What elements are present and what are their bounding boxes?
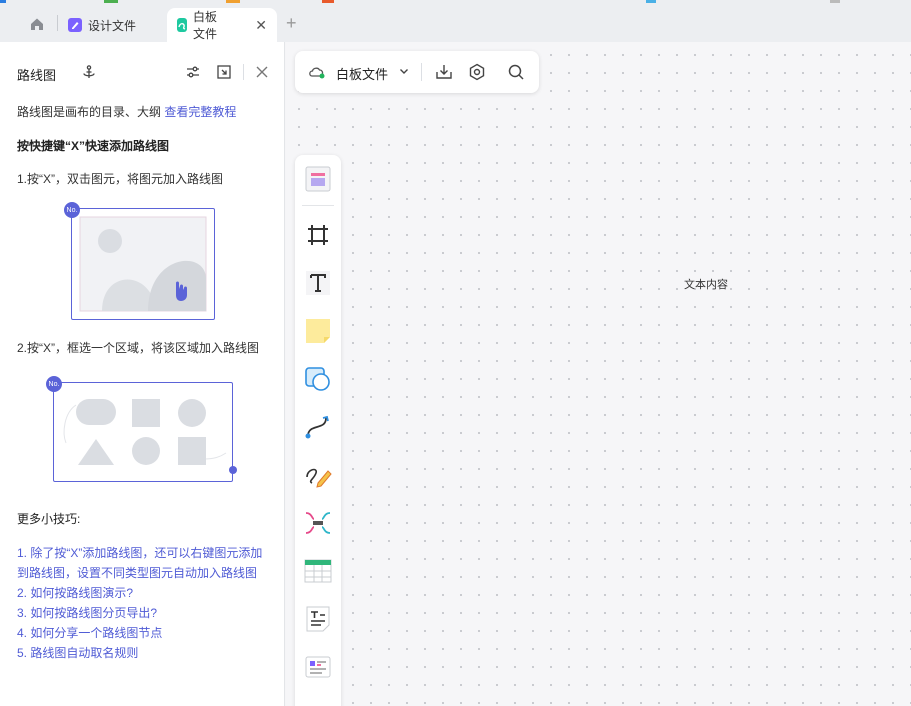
frame-icon (308, 225, 328, 245)
tips-title: 更多小技巧: (17, 512, 81, 526)
tip-link-1-cont[interactable]: 到路线图，设置不同类型图元自动加入路线图 (17, 564, 257, 581)
header-divider (243, 64, 244, 80)
template-icon (305, 166, 331, 192)
shape-icon (305, 367, 330, 391)
whiteboard-canvas[interactable] (286, 42, 911, 706)
card-tool[interactable] (302, 651, 334, 683)
whiteboard-file-icon (177, 18, 187, 32)
tip-link-5[interactable]: 5. 路线图自动取名规则 (17, 644, 138, 661)
description-text: 路线图是画布的目录、大纲 (17, 105, 165, 119)
sticky-note-icon (306, 319, 330, 343)
tab-label: 设计文件 (88, 18, 137, 33)
table-icon (304, 559, 332, 583)
tutorial-link[interactable]: 查看完整教程 (164, 105, 236, 119)
document-icon (306, 606, 330, 632)
text-tool[interactable] (302, 267, 334, 299)
image-placeholder-graphic (79, 216, 207, 312)
canvas-text-element[interactable]: 文本内容 (684, 276, 728, 292)
panel-header: 路线图 (0, 42, 285, 102)
step-1-illustration: No. (64, 202, 215, 320)
template-tool[interactable] (302, 163, 334, 195)
table-tool[interactable] (302, 555, 334, 587)
home-icon (31, 18, 43, 30)
panel-title: 路线图 (17, 68, 57, 83)
tools-sidebar (295, 155, 341, 706)
number-badge: No. (46, 376, 62, 392)
anchor-icon[interactable] (80, 63, 98, 81)
tab-design-file[interactable]: 设计文件 (58, 8, 146, 42)
chevron-down-icon[interactable] (398, 65, 410, 80)
file-title[interactable]: 白板文件 (336, 64, 388, 83)
step-2-illustration: No. (46, 376, 237, 482)
mindmap-tool[interactable] (302, 507, 334, 539)
step-1-text: 1.按“X”，双击图元，将图元加入路线图 (17, 172, 224, 186)
file-toolbar: 白板文件 (295, 51, 539, 93)
search-icon[interactable] (507, 63, 525, 84)
tip-link-3[interactable]: 3. 如何按路线图分页导出? (17, 604, 157, 621)
filter-settings-icon[interactable] (184, 63, 202, 81)
shortcut-title: 按快捷键“X”快速添加路线图 (17, 139, 170, 153)
document-tool[interactable] (302, 603, 334, 635)
number-badge: No. (64, 202, 80, 218)
connector-icon (305, 415, 329, 439)
close-tab-icon[interactable]: ✕ (255, 17, 267, 34)
connector-tool[interactable] (302, 411, 334, 443)
frame-tool[interactable] (302, 219, 334, 251)
card-icon (305, 656, 331, 678)
tab-whiteboard-file[interactable]: 白板文件 ✕ (167, 8, 277, 42)
close-panel-icon[interactable] (253, 63, 271, 81)
tools-divider (302, 205, 334, 206)
mindmap-icon (305, 512, 331, 534)
roadmap-panel: 路线图 路线图是画布的目录、大纲 查看完整教程 按快捷键“X”快速添加路线图 1… (0, 42, 285, 706)
tip-link-2[interactable]: 2. 如何按路线图演示? (17, 584, 133, 601)
sticky-note-tool[interactable] (302, 315, 334, 347)
settings-gear-icon[interactable] (468, 63, 486, 84)
selection-handle[interactable] (229, 466, 237, 474)
toolbar-divider (421, 63, 422, 81)
design-file-icon (68, 18, 82, 32)
download-icon[interactable] (435, 63, 453, 84)
export-icon[interactable] (215, 63, 233, 81)
browser-top-strip (0, 0, 840, 3)
pen-tool[interactable] (302, 459, 334, 491)
cloud-saved-icon (307, 64, 327, 83)
add-tab-icon[interactable]: + (286, 13, 297, 34)
tip-link-1[interactable]: 1. 除了按“X”添加路线图，还可以右键图元添加 (17, 544, 262, 561)
step-2-text: 2.按“X”，框选一个区域，将该区域加入路线图 (17, 341, 260, 355)
tip-link-4[interactable]: 4. 如何分享一个路线图节点 (17, 624, 162, 641)
shapes-group-graphic (63, 399, 227, 465)
tab-label: 白板文件 (193, 10, 218, 41)
shape-tool[interactable] (302, 363, 334, 395)
panel-description: 路线图是画布的目录、大纲 查看完整教程 (17, 103, 236, 120)
home-tab[interactable] (22, 12, 52, 36)
pen-icon (306, 468, 332, 488)
tab-bar: 设计文件 白板文件 ✕ + (0, 0, 911, 42)
text-icon (306, 271, 330, 295)
